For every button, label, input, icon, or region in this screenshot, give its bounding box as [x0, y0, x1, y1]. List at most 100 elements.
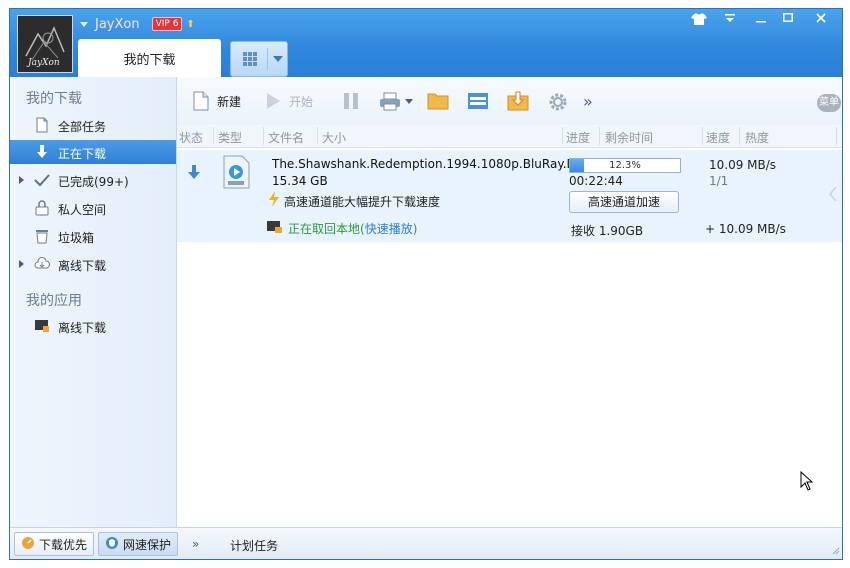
start-button[interactable]: 开始: [263, 89, 313, 113]
col-status[interactable]: 状态: [179, 129, 203, 146]
remaining-time: 00:22:44: [569, 174, 623, 188]
expand-arrow-icon[interactable]: [19, 176, 24, 184]
col-progress[interactable]: 进度: [566, 129, 590, 146]
sidebar-item-label: 正在下载: [58, 147, 107, 161]
col-divider[interactable]: [836, 127, 837, 145]
col-divider[interactable]: [599, 127, 600, 145]
col-speed[interactable]: 速度: [706, 129, 730, 146]
new-task-button[interactable]: 新建: [191, 89, 241, 113]
download-priority-label: 下载优先: [39, 537, 88, 552]
properties-button[interactable]: [467, 89, 488, 113]
maximize-icon[interactable]: [777, 12, 799, 28]
start-label: 开始: [289, 94, 314, 109]
vip-badge[interactable]: VIP 6: [151, 17, 183, 31]
accel-hint: 高速通道能大幅提升下载速度: [269, 191, 440, 210]
sidebar-app-offline-download[interactable]: 离线下载: [10, 314, 176, 338]
avatar-signature: JayXon: [28, 58, 60, 68]
statusbar-more-icon[interactable]: »: [192, 537, 199, 551]
pause-button[interactable]: [341, 89, 361, 113]
user-row[interactable]: JayXon VIP 6 ⬆: [80, 15, 195, 33]
col-divider[interactable]: [562, 127, 563, 145]
task-filename[interactable]: The.Shawshank.Redemption.1994.1080p.BluR…: [272, 157, 587, 171]
local-status-text: 正在取回本地(: [288, 222, 365, 236]
col-remaining[interactable]: 剩余时间: [605, 129, 653, 146]
download-to-button[interactable]: [507, 89, 529, 113]
high-speed-accel-button[interactable]: 高速通道加速: [569, 191, 679, 213]
skin-shirt-icon[interactable]: [688, 12, 710, 28]
download-arrow-icon: [34, 144, 50, 160]
folder-icon: [427, 91, 449, 111]
minimize-icon[interactable]: [750, 12, 772, 28]
cloud-download-icon: [34, 256, 50, 272]
progress-bar: 12.3%: [569, 158, 681, 173]
received-amount: 接收 1.90GB: [571, 224, 644, 238]
grid-view-icon: [243, 52, 257, 66]
sidebar-item-all-tasks[interactable]: 全部任务: [10, 113, 176, 137]
new-task-label: 新建: [217, 94, 242, 109]
sidebar-section-my-downloads: 我的下载: [26, 91, 82, 107]
sidebar-section-my-apps: 我的应用: [26, 293, 82, 309]
sidebar-item-label: 离线下载: [58, 321, 107, 335]
sidebar: 我的下载 全部任务 正在下载 已完成(99+) 私人空间 垃圾箱 离线下载 我的…: [10, 77, 177, 527]
task-row[interactable]: The.Shawshank.Redemption.1994.1080p.BluR…: [177, 150, 842, 242]
trash-icon: [34, 228, 50, 244]
main-menu-icon[interactable]: [719, 12, 741, 28]
avatar[interactable]: JayXon: [17, 15, 73, 73]
col-filename[interactable]: 文件名: [268, 129, 304, 146]
pause-icon: [341, 91, 361, 111]
new-file-icon: [191, 91, 211, 111]
view-switch-separator: [267, 48, 268, 70]
download-box-icon: [507, 91, 529, 111]
sidebar-item-private-space[interactable]: 私人空间: [10, 196, 176, 220]
print-button[interactable]: [379, 89, 413, 113]
expand-arrow-icon[interactable]: [19, 260, 24, 268]
col-divider[interactable]: [739, 127, 740, 145]
quick-play-link[interactable]: 快速播放: [365, 220, 413, 237]
net-protect-button[interactable]: 网速保护: [98, 532, 179, 556]
col-heat[interactable]: 热度: [745, 129, 769, 146]
view-switch-button[interactable]: [230, 41, 288, 77]
list-panel-icon: [467, 91, 488, 111]
document-icon: [34, 117, 50, 133]
col-divider[interactable]: [317, 127, 318, 145]
heat-ratio: 1/1: [709, 174, 729, 188]
sidebar-item-label: 私人空间: [58, 203, 107, 217]
check-icon: [34, 172, 50, 188]
schedule-task-button[interactable]: 计划任务: [230, 537, 278, 554]
monitor-icon: [34, 318, 50, 334]
username[interactable]: JayXon: [95, 17, 140, 32]
menu-button[interactable]: 菜单: [817, 91, 841, 115]
monitor-icon: [267, 220, 283, 237]
app-window: JayXon JayXon VIP 6 ⬆ 我的下载 我的下载 全部任务 正在下…: [9, 8, 843, 560]
user-menu-caret-icon[interactable]: [80, 21, 88, 27]
col-size[interactable]: 大小: [322, 129, 346, 146]
sidebar-item-label: 垃圾箱: [58, 231, 95, 245]
settings-button[interactable]: [547, 89, 567, 113]
sidebar-item-label: 全部任务: [58, 120, 107, 134]
collapse-panel-arrow-icon[interactable]: [829, 186, 837, 205]
shield-icon: [105, 536, 119, 553]
col-divider[interactable]: [213, 127, 214, 145]
dropdown-arrow-icon[interactable]: [273, 56, 283, 62]
mouse-cursor-icon: [800, 470, 814, 494]
task-size: 15.34 GB: [272, 174, 328, 188]
print-dropdown-icon[interactable]: [405, 98, 413, 104]
menu-label: 菜单: [817, 94, 841, 112]
sidebar-item-downloading[interactable]: 正在下载: [10, 140, 176, 164]
sidebar-item-trash[interactable]: 垃圾箱: [10, 224, 176, 248]
vip-upgrade-icon[interactable]: ⬆: [186, 19, 194, 30]
col-divider[interactable]: [702, 127, 703, 145]
download-priority-button[interactable]: 下载优先: [14, 532, 95, 556]
open-folder-button[interactable]: [427, 89, 449, 113]
more-tools-icon[interactable]: »: [583, 89, 593, 113]
title-bar: JayXon JayXon VIP 6 ⬆ 我的下载: [10, 9, 842, 77]
sidebar-item-offline-download[interactable]: 离线下载: [10, 252, 176, 276]
col-type[interactable]: 类型: [218, 129, 242, 146]
downloading-status-icon: [187, 164, 201, 183]
col-divider[interactable]: [263, 127, 264, 145]
sidebar-item-completed[interactable]: 已完成(99+): [10, 168, 176, 192]
close-icon[interactable]: [810, 12, 832, 28]
tab-my-downloads[interactable]: 我的下载: [78, 39, 221, 77]
resize-grip-icon[interactable]: [830, 544, 840, 558]
speedometer-icon: [21, 536, 35, 553]
